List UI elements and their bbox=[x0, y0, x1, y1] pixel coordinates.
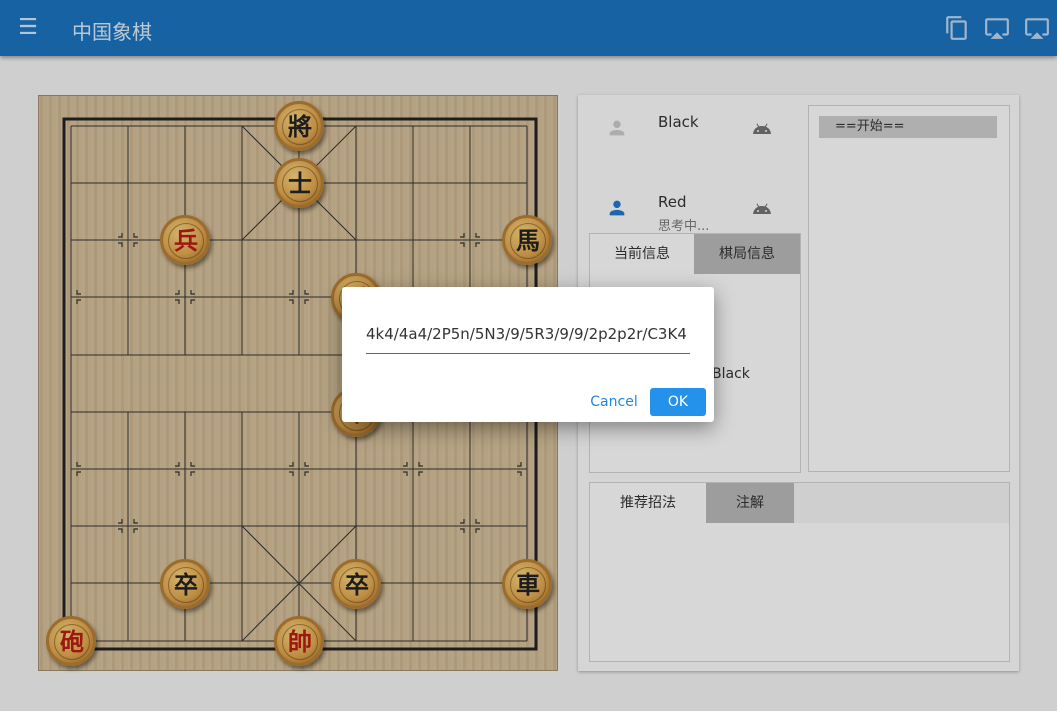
fen-input-dialog: Cancel OK bbox=[342, 287, 714, 422]
ok-button[interactable]: OK bbox=[650, 388, 706, 416]
fen-input[interactable] bbox=[366, 315, 690, 354]
cancel-button[interactable]: Cancel bbox=[588, 388, 640, 416]
